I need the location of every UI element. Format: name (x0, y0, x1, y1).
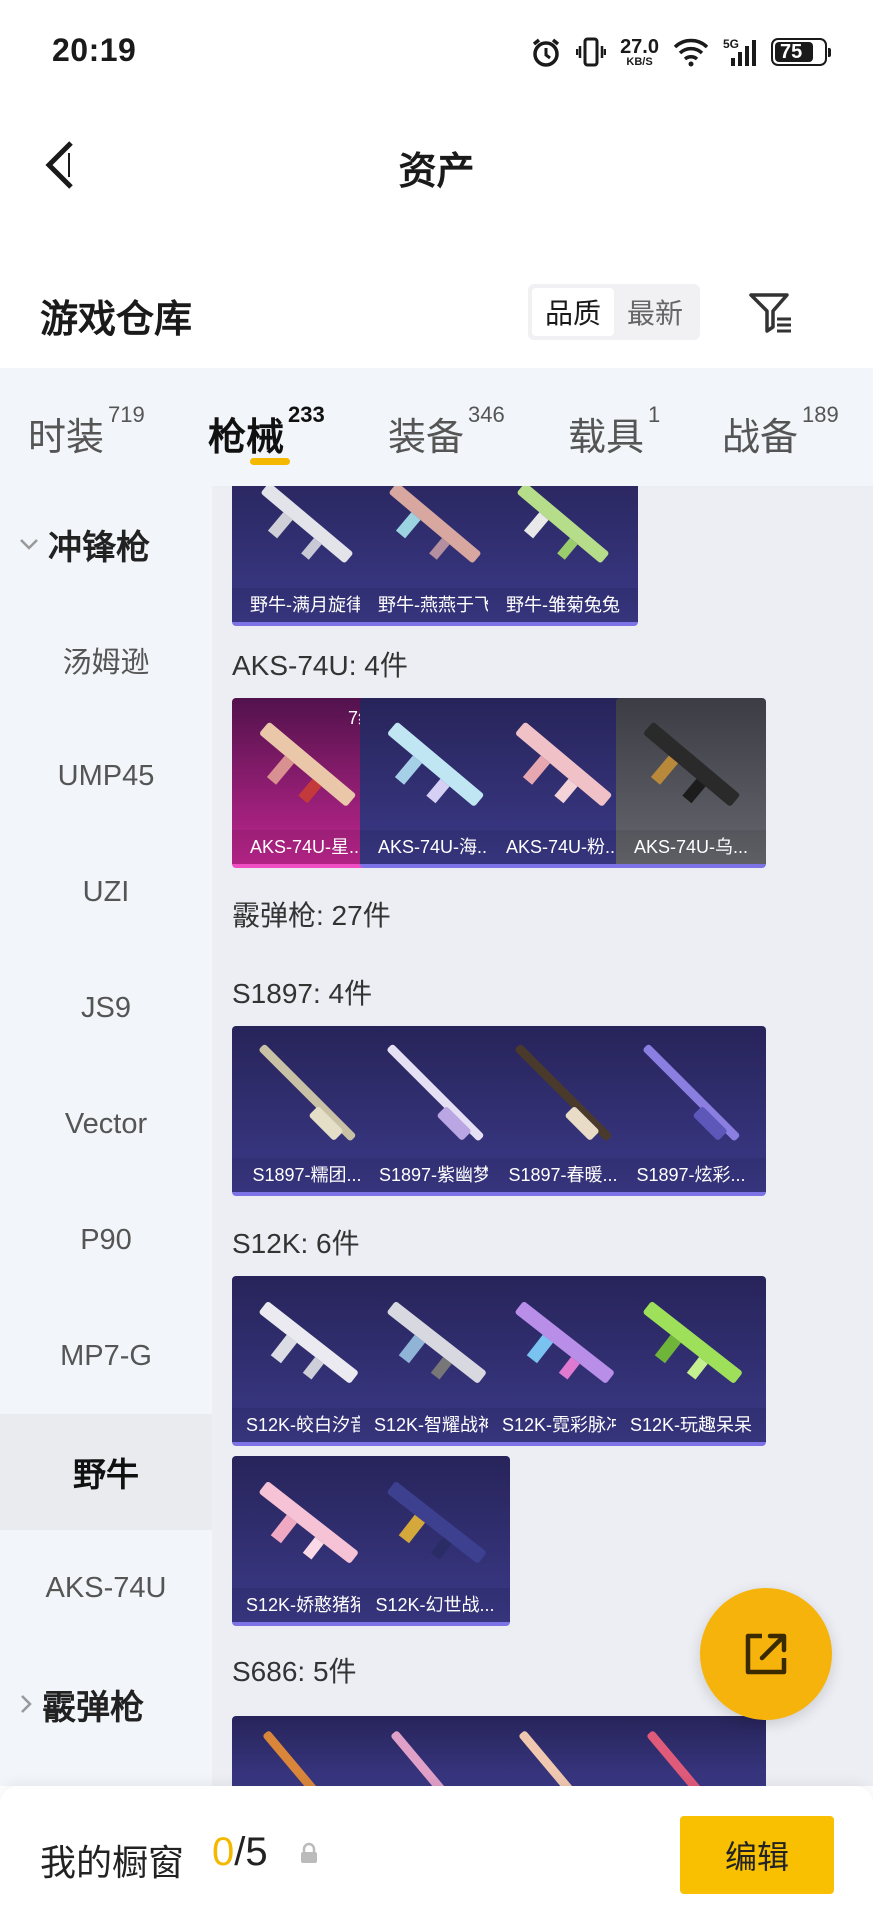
tab-outfits[interactable]: 时装719 (28, 402, 145, 461)
sidebar-item-ump45[interactable]: UMP45 (0, 718, 212, 834)
network-speed: 27.0 KB/S (620, 35, 659, 68)
vibrate-icon (576, 37, 607, 67)
edit-button[interactable]: 编辑 (680, 1816, 834, 1894)
weapon-image (643, 1044, 740, 1141)
weapon-image (644, 722, 740, 806)
sidebar-group-label: 霰弹枪 (42, 1688, 144, 1727)
weapon-image (517, 486, 609, 563)
weapon-card[interactable]: S12K-幻世战... (360, 1456, 510, 1626)
lock-icon (301, 1842, 317, 1863)
sort-quality-option[interactable]: 品质 (532, 288, 614, 336)
group-label-aks74u: AKS-74U: 4件 (232, 650, 408, 681)
wifi-icon (673, 38, 709, 67)
weapon-image (647, 1731, 736, 1786)
sort-newest-option[interactable]: 最新 (614, 288, 696, 336)
tab-equipment[interactable]: 装备346 (388, 402, 505, 461)
weapon-image (643, 1302, 742, 1383)
group-label-shotgun: 霰弹枪: 27件 (232, 900, 391, 931)
page-title: 资产 (398, 151, 475, 193)
share-external-icon (745, 1633, 787, 1675)
sort-toggle: 品质 最新 (528, 284, 700, 340)
sidebar-item-mp7g[interactable]: MP7-G (0, 1298, 212, 1414)
weapon-card[interactable]: S1897-炫彩... (616, 1026, 766, 1196)
filter-button[interactable] (742, 284, 800, 342)
sidebar-item-js9[interactable]: JS9 (0, 950, 212, 1066)
filter-icon (749, 293, 791, 333)
tab-supplies[interactable]: 战备189 (722, 402, 839, 461)
battery-icon: 75 (771, 38, 831, 66)
chevron-right-icon (21, 1695, 32, 1713)
weapon-type-sidebar: 冲锋枪 汤姆逊 UMP45 UZI JS9 Vector P90 MP7-G 野… (0, 486, 212, 1786)
showcase-bar: 我的橱窗 0/5 编辑 (0, 1786, 873, 1920)
section-title: 游戏仓库 (40, 299, 193, 341)
sidebar-item-vector[interactable]: Vector (0, 1066, 212, 1182)
sidebar-item-aks74u[interactable]: AKS-74U (0, 1530, 212, 1646)
tab-vehicles[interactable]: 载具1 (568, 402, 660, 461)
sidebar-item-bizon[interactable]: 野牛 (0, 1414, 212, 1530)
weapon-name: S12K-玩趣呆呆 (616, 1408, 766, 1442)
group-label-s1897: S1897: 4件 (232, 978, 373, 1009)
sidebar-group-label: 冲锋枪 (48, 528, 150, 567)
sidebar-item-uzi[interactable]: UZI (0, 834, 212, 950)
alarm-icon (532, 38, 560, 67)
share-fab[interactable] (700, 1588, 832, 1720)
sidebar-item-thompson[interactable]: 汤姆逊 (0, 602, 212, 718)
showcase-count: 0/5 (212, 1830, 268, 1874)
weapon-card[interactable]: 野牛-雏菊兔兔 (488, 486, 638, 626)
svg-text:5G: 5G (723, 37, 739, 51)
active-tab-indicator (250, 458, 290, 465)
group-label-s686: S686: 5件 (232, 1656, 357, 1687)
group-label-s12k: S12K: 6件 (232, 1228, 360, 1259)
tab-weapons[interactable]: 枪械233 (208, 402, 325, 461)
showcase-label: 我的橱窗 (40, 1842, 185, 1883)
chevron-down-icon (20, 539, 38, 550)
weapon-name: S12K-幻世战... (360, 1588, 510, 1622)
status-bar: 20:19 27.0 KB/S 5G 75 (0, 0, 873, 104)
weapon-name: 野牛-雏菊兔兔 (488, 588, 638, 622)
weapon-card[interactable] (616, 1716, 766, 1786)
sidebar-group-shotgun[interactable]: 霰弹枪 (0, 1646, 212, 1762)
category-tabs: 时装719 枪械233 装备346 载具1 战备189 (0, 368, 873, 486)
weapon-image (387, 1482, 486, 1563)
status-time: 20:19 (52, 32, 137, 68)
signal-5g-icon: 5G (723, 37, 756, 66)
weapon-name: S1897-炫彩... (616, 1158, 766, 1192)
sidebar-group-smg[interactable]: 冲锋枪 (0, 486, 212, 602)
weapon-card[interactable]: S12K-玩趣呆呆 (616, 1276, 766, 1446)
status-icons: 27.0 KB/S 5G 75 (530, 32, 831, 72)
weapon-name: AKS-74U-乌... (616, 830, 766, 864)
weapon-card[interactable]: AKS-74U-乌... (616, 698, 766, 868)
sidebar-item-p90[interactable]: P90 (0, 1182, 212, 1298)
